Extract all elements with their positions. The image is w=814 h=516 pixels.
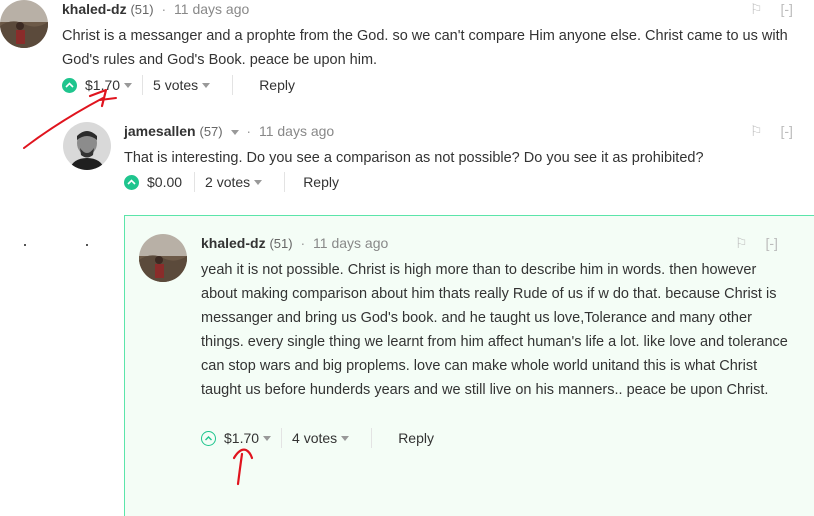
speck bbox=[86, 244, 88, 246]
payout-value[interactable]: $1.70 bbox=[85, 75, 120, 95]
chevron-down-icon[interactable] bbox=[230, 129, 239, 135]
comment-tools: ⚐ [-] bbox=[750, 1, 793, 18]
comment-body: yeah it is not possible. Christ is high … bbox=[201, 262, 788, 398]
divider bbox=[371, 428, 373, 448]
comment-actions: $0.00 2 votes Reply bbox=[124, 172, 339, 192]
comment-body: Christ is a messanger and a prophte from… bbox=[62, 28, 788, 68]
author-name[interactable]: khaled-dz bbox=[201, 235, 266, 251]
comment-meta: khaled-dz (51) · 11 days ago bbox=[201, 234, 388, 253]
reply-button[interactable]: Reply bbox=[303, 172, 339, 192]
author-reputation: (51) bbox=[269, 236, 293, 251]
upvote-icon[interactable] bbox=[201, 430, 216, 446]
collapse-button[interactable]: [-] bbox=[780, 1, 792, 17]
flag-icon[interactable]: ⚐ bbox=[750, 1, 763, 18]
upvote-icon[interactable] bbox=[62, 77, 77, 93]
votes-count[interactable]: 2 votes bbox=[205, 172, 250, 192]
author-name[interactable]: khaled-dz bbox=[62, 1, 127, 17]
avatar[interactable] bbox=[0, 0, 48, 48]
avatar-portrait-image bbox=[63, 122, 111, 170]
flag-icon[interactable]: ⚐ bbox=[750, 123, 763, 140]
avatar-landscape-image bbox=[0, 0, 48, 48]
avatar[interactable] bbox=[63, 122, 111, 170]
divider bbox=[142, 75, 144, 95]
avatar[interactable] bbox=[139, 234, 187, 282]
separator-dot: · bbox=[300, 235, 306, 251]
chevron-down-icon[interactable] bbox=[254, 179, 263, 185]
flag-icon[interactable]: ⚐ bbox=[735, 235, 748, 252]
divider bbox=[281, 428, 283, 448]
votes-count[interactable]: 4 votes bbox=[292, 428, 337, 448]
comment-meta: khaled-dz (51) · 11 days ago bbox=[62, 0, 249, 19]
comment-actions: $1.70 5 votes Reply bbox=[62, 75, 295, 95]
divider bbox=[284, 172, 286, 192]
chevron-down-icon[interactable] bbox=[263, 435, 272, 441]
author-reputation: (57) bbox=[199, 124, 223, 139]
chevron-down-icon[interactable] bbox=[124, 82, 133, 88]
separator-dot: · bbox=[161, 1, 167, 17]
timestamp[interactable]: 11 days ago bbox=[259, 123, 334, 139]
divider bbox=[232, 75, 234, 95]
collapse-button[interactable]: [-] bbox=[765, 235, 777, 251]
author-name[interactable]: jamesallen bbox=[124, 123, 196, 139]
comment-meta: jamesallen (57) · 11 days ago bbox=[124, 122, 334, 141]
payout-value[interactable]: $0.00 bbox=[147, 172, 182, 192]
chevron-down-icon[interactable] bbox=[341, 435, 350, 441]
payout-value[interactable]: $1.70 bbox=[224, 428, 259, 448]
collapse-button[interactable]: [-] bbox=[780, 123, 792, 139]
chevron-down-icon[interactable] bbox=[202, 82, 211, 88]
speck bbox=[24, 244, 26, 246]
votes-count[interactable]: 5 votes bbox=[153, 75, 198, 95]
reply-button[interactable]: Reply bbox=[259, 75, 295, 95]
separator-dot: · bbox=[246, 123, 252, 139]
timestamp[interactable]: 11 days ago bbox=[313, 235, 388, 251]
reply-button[interactable]: Reply bbox=[398, 428, 434, 448]
timestamp[interactable]: 11 days ago bbox=[174, 1, 249, 17]
upvote-icon[interactable] bbox=[124, 174, 139, 190]
author-reputation: (51) bbox=[130, 2, 154, 17]
divider bbox=[194, 172, 196, 192]
comment-actions: $1.70 4 votes Reply bbox=[201, 428, 434, 448]
comment-tools: ⚐ [-] bbox=[735, 235, 778, 252]
comment-body: That is interesting. Do you see a compar… bbox=[124, 150, 704, 166]
comment-tools: ⚐ [-] bbox=[750, 123, 793, 140]
avatar-landscape-image bbox=[139, 234, 187, 282]
